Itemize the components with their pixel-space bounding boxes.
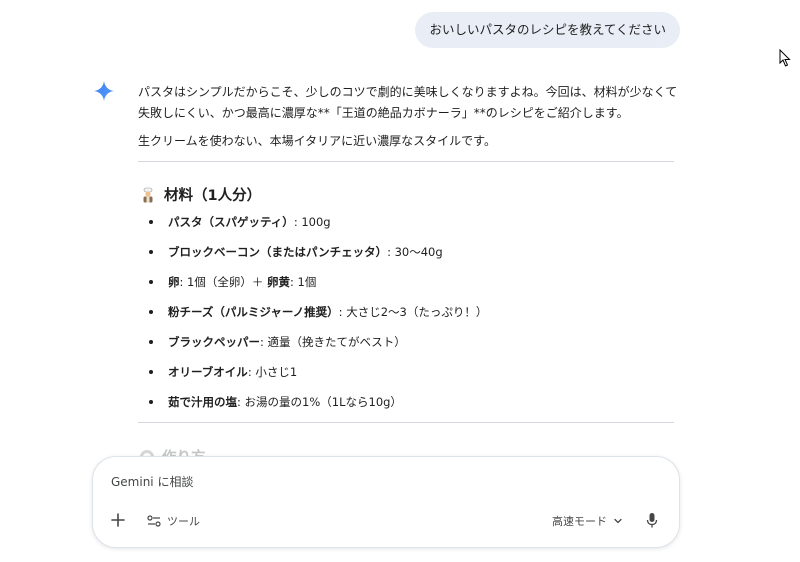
plus-icon — [111, 513, 125, 527]
section-divider — [138, 422, 674, 423]
prompt-placeholder: Gemini に相談 — [111, 475, 194, 489]
list-item: 粉チーズ（パルミジャーノ推奨）: 大さじ2〜3（たっぷり！） — [138, 303, 678, 321]
list-item: パスタ（スパゲッティ）: 100g — [138, 213, 678, 231]
mode-label: 高速モード — [552, 515, 607, 528]
user-message-bubble: おいしいパスタのレシピを教えてください — [415, 12, 680, 48]
chevron-down-icon — [614, 518, 622, 524]
gemini-sparkle-icon — [94, 81, 114, 101]
response-intro: パスタはシンプルだからこそ、少しのコツで劇的に美味しくなりますよね。今回は、材料… — [138, 85, 678, 120]
list-item: オリーブオイル: 小さじ1 — [138, 363, 678, 381]
list-item: 卵: 1個（全卵）＋ 卵黄: 1個 — [138, 273, 678, 291]
tools-icon — [147, 515, 161, 527]
response-subtitle: 生クリームを使わない、本場イタリアに近い濃厚なスタイルです。 — [138, 134, 496, 148]
ingredients-heading-text: 材料（1人分） — [164, 188, 262, 204]
prompt-composer: Gemini に相談 ツール 高速モード — [92, 456, 680, 548]
list-item: 茹で汁用の塩: お湯の量の1%（1Lなら10g） — [138, 393, 678, 411]
list-item: ブロックベーコン（またはパンチェッタ）: 30〜40g — [138, 243, 678, 261]
mouse-cursor-icon — [779, 49, 791, 67]
cook-icon — [143, 187, 153, 202]
ingredients-list: パスタ（スパゲッティ）: 100g ブロックベーコン（またはパンチェッタ）: 3… — [138, 213, 678, 411]
microphone-icon[interactable] — [645, 512, 659, 530]
ingredients-heading: 材料（1人分） — [140, 184, 678, 205]
footer-disclaimer — [270, 553, 530, 562]
assistant-response: パスタはシンプルだからこそ、少しのコツで劇的に美味しくなりますよね。今回は、材料… — [138, 82, 678, 423]
prompt-input[interactable]: Gemini に相談 — [111, 473, 193, 490]
mode-selector[interactable]: 高速モード — [552, 513, 623, 529]
tools-label: ツール — [167, 515, 200, 528]
add-attachment-button[interactable] — [109, 513, 127, 531]
section-divider — [138, 161, 674, 162]
list-item: ブラックペッパー: 適量（挽きたてがベスト） — [138, 333, 678, 351]
user-message-text: おいしいパスタのレシピを教えてください — [429, 22, 666, 37]
tools-button[interactable]: ツール — [147, 513, 200, 529]
